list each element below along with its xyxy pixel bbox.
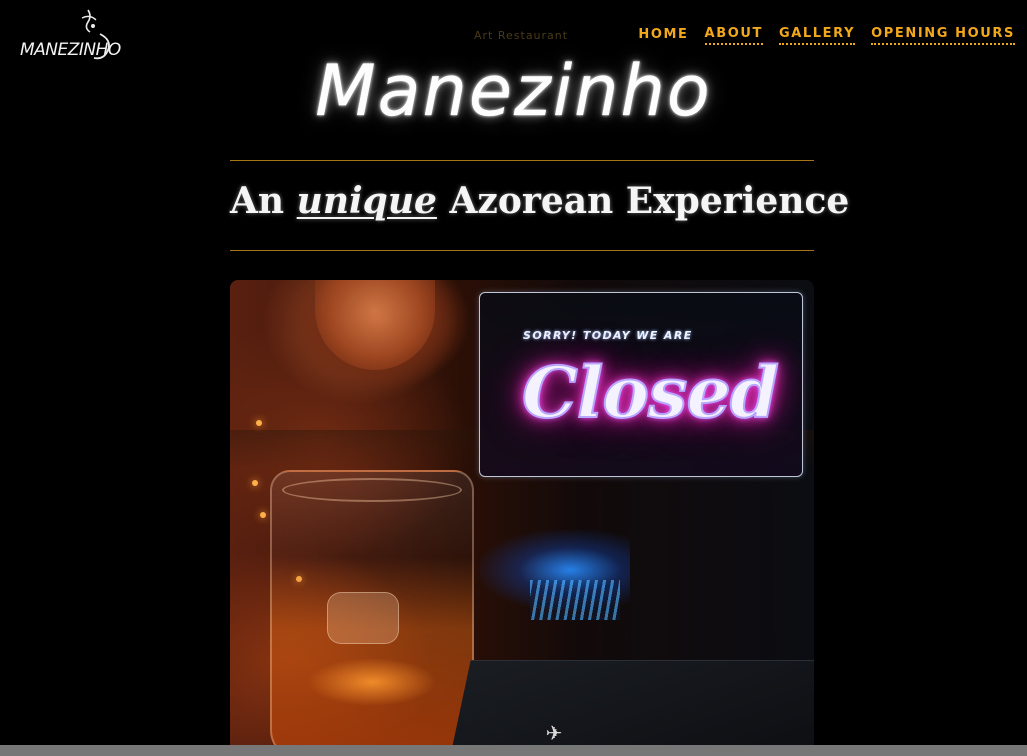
hero-heading: An unique Azorean Experience [230,180,849,222]
heading-suffix: Azorean Experience [449,180,850,222]
nav-gallery[interactable]: GALLERY [778,26,856,45]
whisky-glass [270,470,474,756]
divider-top [230,160,814,161]
status-sign: SORRY! TODAY WE ARE Closed [479,292,803,477]
status-closed-neon: Closed [521,350,780,435]
heading-prefix: An [230,180,285,222]
heading-emphasis: unique [296,180,437,222]
divider-bottom [230,250,814,251]
ice-cube [327,592,399,644]
hero-blue-light-streaks [530,580,620,620]
page-title: Manezinho [315,50,712,132]
nav-home[interactable]: HOME [638,27,688,44]
nav-about[interactable]: ABOUT [704,26,763,45]
tagline: Art Restaurant [474,29,569,42]
main-nav: HOME ABOUT GALLERY OPENING HOURS [638,26,1015,45]
page: MANEZINHO Art Restaurant HOME ABOUT GALL… [0,0,1027,756]
horizontal-scrollbar[interactable] [0,745,1027,756]
menu-book: ✈ [449,660,814,756]
bird-emblem-icon: ✈ [545,721,563,745]
nav-opening-hours[interactable]: OPENING HOURS [871,26,1015,45]
status-pre-text: SORRY! TODAY WE ARE [523,329,693,342]
